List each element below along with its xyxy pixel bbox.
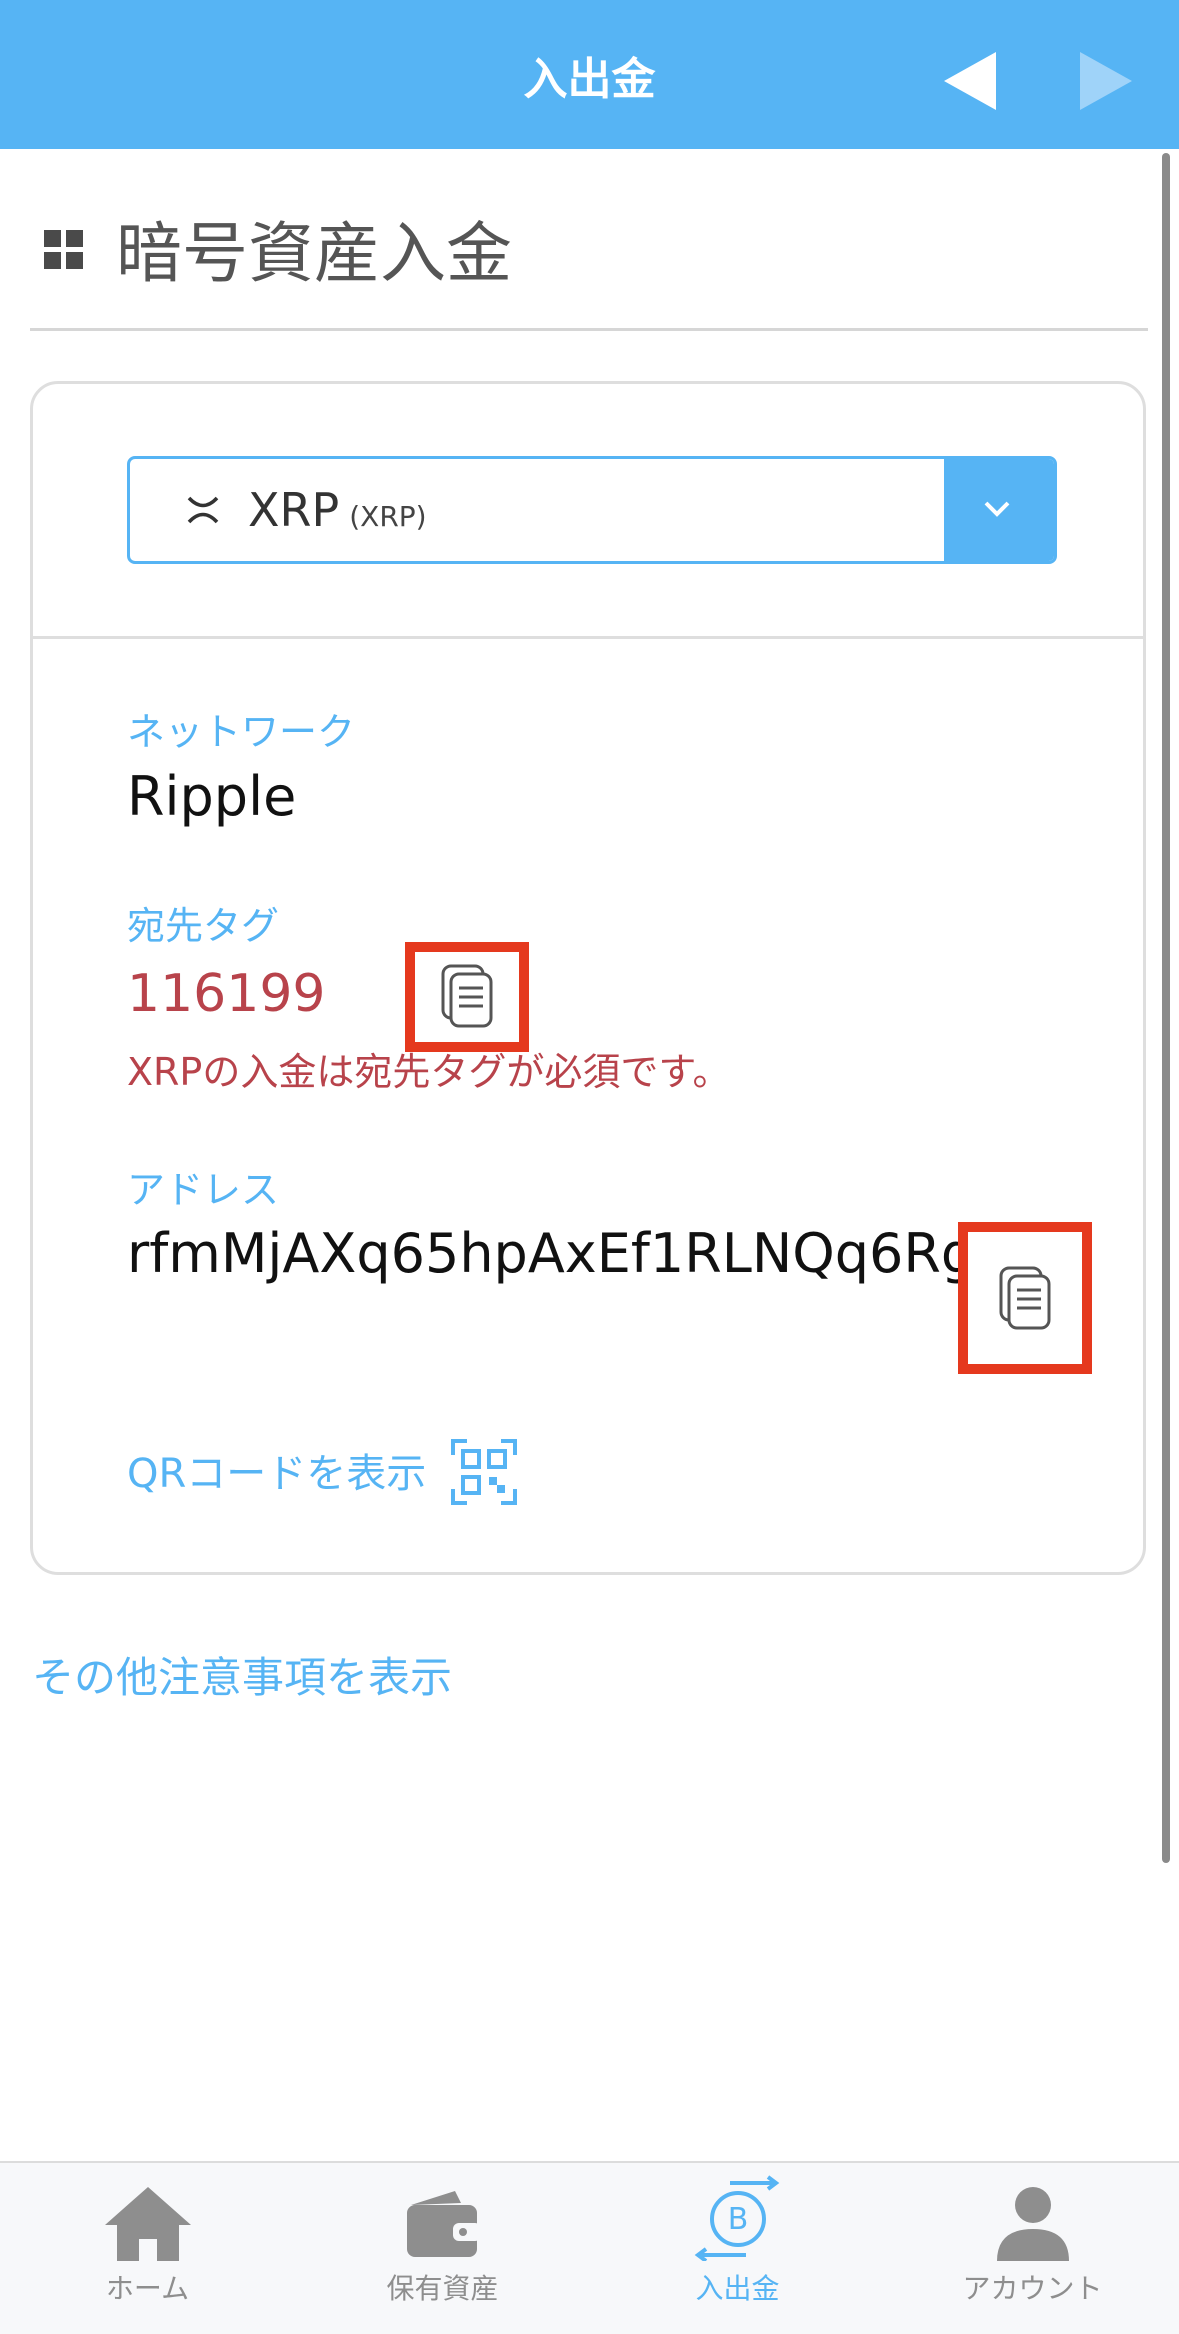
qr-code-icon bbox=[451, 1439, 517, 1505]
currency-dropdown-button[interactable] bbox=[944, 459, 1054, 561]
destination-tag-label: 宛先タグ bbox=[127, 904, 280, 948]
address-value: rfmMjAXq65hpAxEf1RLNQq6RgY bbox=[127, 1222, 1009, 1285]
tab-holdings[interactable]: 保有資産 bbox=[295, 2163, 590, 2334]
network-label: ネットワーク bbox=[127, 710, 356, 754]
person-icon bbox=[996, 2187, 1069, 2261]
currency-select[interactable]: XRP (XRP) bbox=[127, 456, 1057, 564]
tab-label: ホーム bbox=[105, 2272, 190, 2305]
grid-icon bbox=[44, 230, 84, 270]
page-title-row: 暗号資産入金 bbox=[30, 210, 1150, 292]
network-value: Ripple bbox=[127, 765, 297, 828]
show-qr-link[interactable]: QRコードを表示 bbox=[127, 1439, 547, 1511]
copy-address-button[interactable] bbox=[958, 1222, 1092, 1374]
card-divider bbox=[33, 636, 1143, 639]
currency-symbol: (XRP) bbox=[349, 500, 427, 533]
currency-name: XRP bbox=[248, 483, 340, 537]
destination-tag-value: 116199 bbox=[127, 964, 326, 1024]
chevron-down-icon bbox=[984, 501, 1010, 517]
tab-account[interactable]: アカウント bbox=[885, 2163, 1179, 2334]
app-header: 入出金 bbox=[0, 0, 1179, 149]
svg-text:B: B bbox=[727, 2202, 748, 2237]
bitcoin-transfer-icon: B bbox=[694, 2175, 779, 2261]
show-qr-label: QRコードを表示 bbox=[127, 1451, 427, 1497]
copy-tag-button[interactable] bbox=[405, 942, 529, 1052]
address-label: アドレス bbox=[127, 1168, 280, 1212]
header-title: 入出金 bbox=[523, 54, 656, 105]
xrp-icon bbox=[187, 496, 219, 524]
tab-label: 入出金 bbox=[695, 2272, 780, 2305]
page-title: 暗号資産入金 bbox=[116, 215, 512, 292]
forward-arrow-icon[interactable] bbox=[1080, 52, 1132, 110]
deposit-card: XRP (XRP) ネットワーク Ripple 宛先タグ 116199 XRPの入… bbox=[30, 381, 1146, 1575]
back-arrow-icon[interactable] bbox=[944, 52, 996, 110]
bottom-tab-bar: ホーム 保有資産 B 入出金 アカウント bbox=[0, 2161, 1179, 2334]
wallet-icon bbox=[406, 2191, 481, 2257]
tab-home[interactable]: ホーム bbox=[0, 2163, 295, 2334]
title-divider bbox=[30, 328, 1148, 331]
currency-select-value: XRP (XRP) bbox=[248, 481, 427, 546]
home-icon bbox=[104, 2187, 191, 2261]
copy-icon bbox=[441, 964, 493, 1028]
more-notes-link[interactable]: その他注意事項を表示 bbox=[32, 1652, 452, 1704]
tab-deposit-withdraw[interactable]: B 入出金 bbox=[590, 2163, 885, 2334]
tab-label: 保有資産 bbox=[386, 2272, 499, 2305]
tab-label: アカウント bbox=[962, 2272, 1103, 2305]
scrollbar[interactable] bbox=[1162, 153, 1170, 1863]
destination-tag-warning: XRPの入金は宛先タグが必須です。 bbox=[127, 1050, 731, 1094]
copy-icon bbox=[999, 1266, 1051, 1330]
